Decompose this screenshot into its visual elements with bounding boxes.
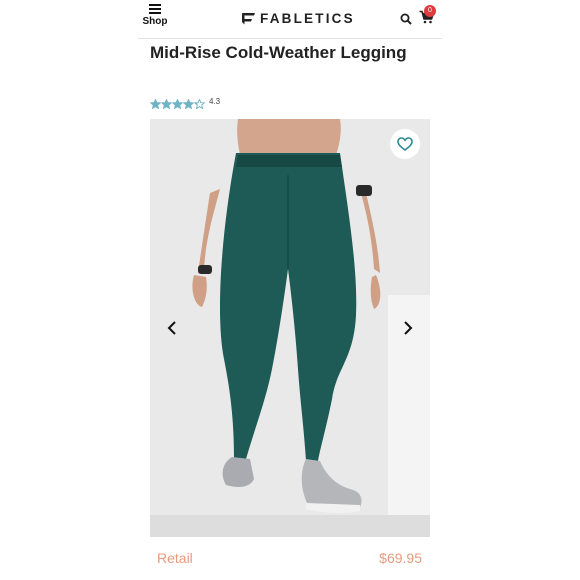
search-button[interactable] [400,12,412,25]
heart-icon [397,137,413,151]
fabletics-logo-icon [242,12,255,24]
retail-label: Retail [157,550,193,566]
next-image-button[interactable] [400,318,416,338]
star-icon [193,96,206,110]
brand-name: FABLETICS [260,10,355,26]
shop-menu-button[interactable]: Shop [140,3,170,27]
favorite-button[interactable] [390,129,420,159]
rating-stars [149,96,206,110]
chevron-left-icon [167,321,176,335]
cart-count-badge: 0 [424,5,436,17]
star-icon [171,96,184,110]
top-nav: Shop FABLETICS 0 [138,0,442,39]
search-icon [400,13,412,25]
product-photo [150,119,430,537]
chevron-right-icon [404,321,413,335]
shop-label: Shop [142,16,168,27]
star-icon [182,96,195,110]
retail-price: $69.95 [379,550,422,566]
price-row: Retail $69.95 [150,548,430,568]
product-title: Mid-Rise Cold-Weather Legging [150,43,407,62]
star-icon [160,96,173,110]
previous-image-button[interactable] [164,318,180,338]
hamburger-icon [149,3,161,14]
rating-value: 4.3 [209,96,221,106]
product-rating[interactable]: 4.3 [149,95,221,110]
brand-logo[interactable]: FABLETICS [240,10,355,26]
product-image-gallery[interactable] [150,119,430,537]
star-icon [149,96,162,110]
